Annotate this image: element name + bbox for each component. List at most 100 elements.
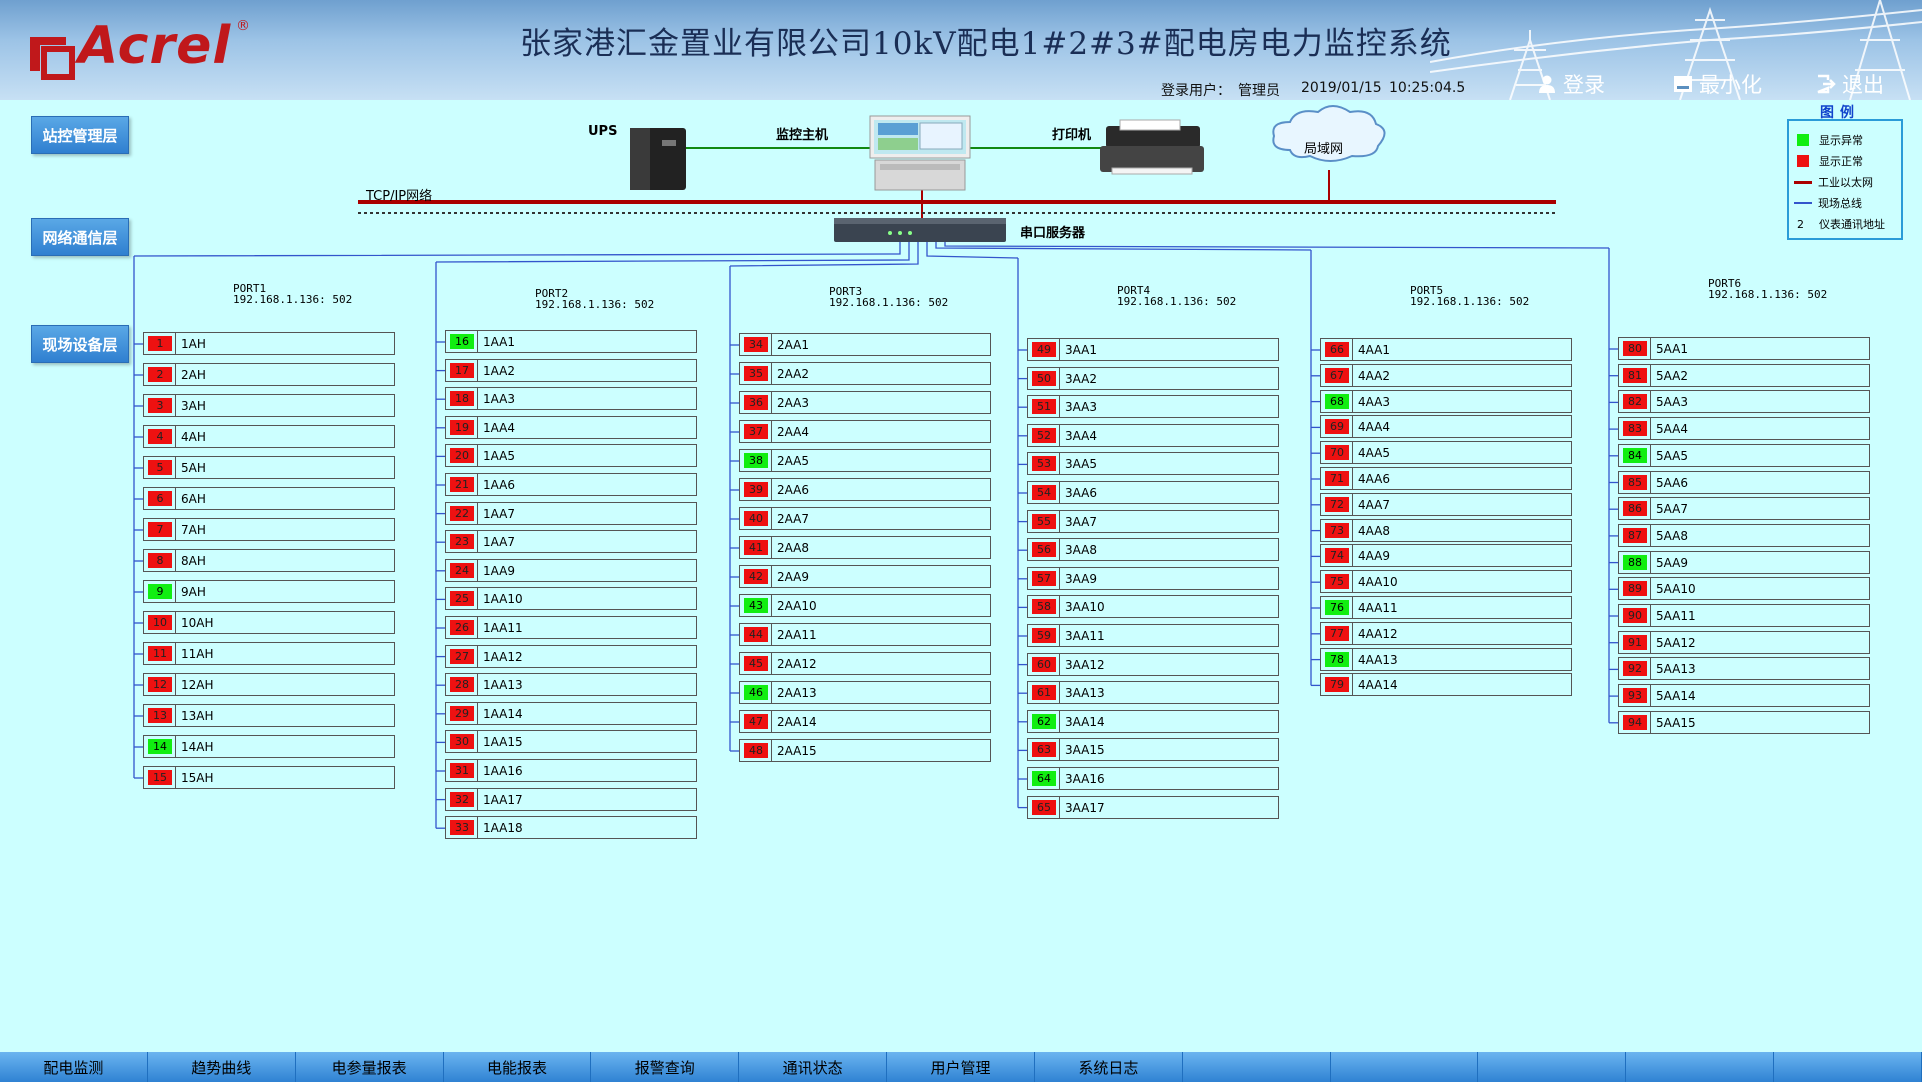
- comm-address-badge: 29: [450, 705, 474, 721]
- green-square-icon: [1797, 134, 1809, 146]
- tcp-network-label: TCP/IP网络: [366, 189, 433, 204]
- comm-address-badge: 73: [1325, 522, 1349, 538]
- row-divider: [1650, 684, 1651, 708]
- row-divider: [477, 387, 478, 411]
- red-line-icon: [1794, 180, 1812, 184]
- row-divider: [1650, 523, 1651, 547]
- row-divider: [1650, 550, 1651, 574]
- device-name: 1AA6: [483, 478, 516, 492]
- comm-address-badge: 70: [1325, 445, 1349, 461]
- comm-address-badge: 9: [148, 584, 172, 599]
- comm-address-badge: 49: [1032, 342, 1056, 357]
- row-divider: [1352, 415, 1353, 439]
- device-name: 3AH: [181, 399, 206, 413]
- row-divider: [1352, 518, 1353, 542]
- device-name: 3AA16: [1065, 772, 1105, 786]
- row-divider: [477, 501, 478, 525]
- device-name: 2AA6: [777, 483, 810, 497]
- nav-tab[interactable]: 电能报表: [443, 1052, 591, 1082]
- row-divider: [771, 594, 772, 617]
- nav-tab[interactable]: [1330, 1052, 1478, 1082]
- comm-address-badge: 82: [1623, 394, 1647, 410]
- row-divider: [477, 358, 478, 382]
- device-name: 3AA2: [1065, 371, 1098, 386]
- comm-address-badge: 89: [1623, 581, 1647, 597]
- row-divider: [175, 642, 176, 665]
- comm-address-badge: 59: [1032, 628, 1056, 643]
- device-name: 2AA15: [777, 744, 817, 758]
- comm-address-badge: 24: [450, 562, 474, 578]
- comm-address-badge: 85: [1623, 474, 1647, 490]
- nav-tab[interactable]: 电参量报表: [295, 1052, 443, 1082]
- row-divider: [771, 391, 772, 414]
- device-name: 2AA14: [777, 715, 817, 729]
- row-divider: [1650, 417, 1651, 441]
- row-divider: [1059, 481, 1060, 504]
- comm-address-badge: 11: [148, 646, 172, 661]
- device-name: 1AA2: [483, 363, 516, 378]
- nav-tab[interactable]: 报警查询: [591, 1052, 739, 1082]
- comm-address-badge: 65: [1032, 799, 1056, 815]
- comm-address-badge: 77: [1325, 625, 1349, 641]
- comm-address-badge: 66: [1325, 342, 1349, 357]
- comm-address-badge: 76: [1325, 600, 1349, 615]
- device-name: 3AA12: [1065, 657, 1105, 672]
- row-divider: [175, 766, 176, 789]
- comm-address-badge: 35: [744, 366, 768, 381]
- device-name: 1AA7: [483, 506, 516, 521]
- nav-tab[interactable]: 通讯状态: [739, 1052, 887, 1082]
- row-divider: [1650, 710, 1651, 734]
- device-name: 1AA14: [483, 706, 523, 721]
- comm-address-badge: 54: [1032, 485, 1056, 500]
- nav-tab[interactable]: 趋势曲线: [147, 1052, 295, 1082]
- row-divider: [175, 735, 176, 758]
- row-divider: [771, 362, 772, 385]
- comm-address-badge: 26: [450, 620, 474, 635]
- nav-tab[interactable]: [1478, 1052, 1626, 1082]
- device-name: 4AA14: [1358, 678, 1398, 693]
- row-divider: [1059, 738, 1060, 762]
- device-name: 4AA7: [1358, 497, 1391, 512]
- row-divider: [477, 644, 478, 668]
- device-name: 9AH: [181, 585, 206, 599]
- comm-address-badge: 14: [148, 739, 172, 754]
- comm-address-badge: 51: [1032, 399, 1056, 415]
- legend-item-normal: 显示正常: [1797, 153, 1863, 169]
- device-name: 4AA12: [1358, 626, 1398, 641]
- nav-tab[interactable]: 用户管理: [887, 1052, 1034, 1082]
- comm-address-badge: 2: [148, 367, 172, 382]
- legend-label: 仪表通讯地址: [1819, 218, 1885, 231]
- device-name: 5AA12: [1656, 635, 1696, 650]
- device-name: 5AA8: [1656, 528, 1689, 543]
- comm-address-badge: 90: [1623, 608, 1647, 623]
- comm-address-badge: 34: [744, 337, 768, 352]
- nav-tab[interactable]: 配电监测: [0, 1052, 147, 1082]
- host-label: 监控主机: [776, 128, 829, 143]
- device-name: 4AA2: [1358, 368, 1391, 383]
- device-name: 3AA8: [1065, 543, 1098, 558]
- port-header: PORT4 192.168.1.136: 502: [1117, 285, 1236, 307]
- serial-server-icon: [834, 218, 1006, 242]
- row-divider: [1352, 338, 1353, 361]
- row-divider: [477, 415, 478, 439]
- nav-tab[interactable]: [1774, 1052, 1921, 1082]
- device-name: 4AA1: [1358, 343, 1391, 357]
- comm-address-badge: 7: [148, 522, 172, 537]
- device-name: 3AA5: [1065, 457, 1098, 472]
- device-name: 4AA13: [1358, 652, 1398, 667]
- comm-address-badge: 12: [148, 677, 172, 692]
- row-divider: [1059, 652, 1060, 676]
- comm-address-badge: 58: [1032, 599, 1056, 615]
- nav-tab[interactable]: 系统日志: [1034, 1052, 1182, 1082]
- row-divider: [1352, 570, 1353, 594]
- device-name: 3AA14: [1065, 714, 1105, 729]
- device-name: 2AA3: [777, 396, 810, 410]
- device-name: 4AA9: [1358, 549, 1391, 564]
- comm-address-badge: 80: [1623, 341, 1647, 356]
- row-divider: [175, 704, 176, 727]
- port-header: PORT3 192.168.1.136: 502: [829, 286, 948, 308]
- nav-tab[interactable]: [1182, 1052, 1330, 1082]
- row-divider: [175, 487, 176, 510]
- device-name: 1AA13: [483, 678, 523, 693]
- nav-tab[interactable]: [1626, 1052, 1774, 1082]
